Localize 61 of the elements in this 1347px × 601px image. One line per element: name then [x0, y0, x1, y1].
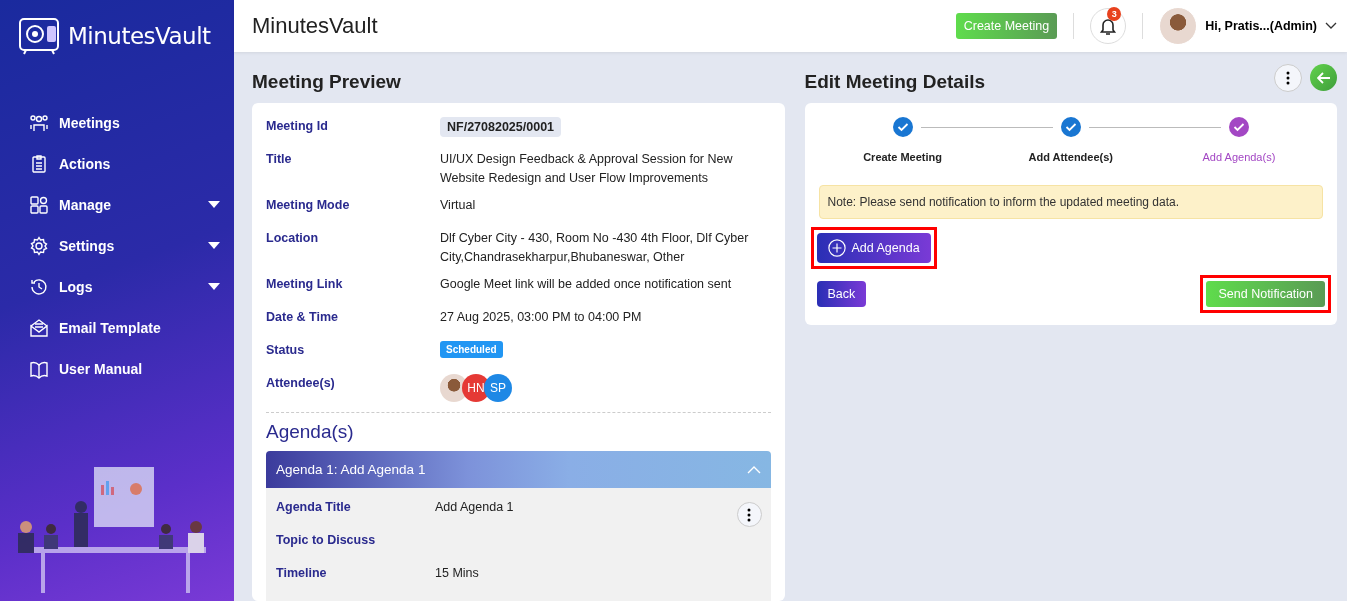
section-heading: Edit Meeting Details: [804, 70, 987, 94]
more-options-button[interactable]: [736, 502, 762, 527]
chevron-up-icon: [746, 465, 761, 474]
field-label: Meeting Mode: [266, 197, 351, 212]
step-label: Add Agenda(s): [1202, 151, 1276, 163]
field-label: Meeting Link: [266, 276, 344, 291]
meeting-id-chip: NF/27082025/0001: [440, 117, 562, 137]
kebab-icon: [747, 507, 751, 522]
agenda-header[interactable]: Agenda 1: Add Agenda 1: [266, 451, 771, 488]
chevron-down-icon: [1325, 22, 1337, 30]
back-button[interactable]: Back: [816, 281, 867, 307]
attendee-avatar: SP: [484, 374, 512, 402]
sidebar-item[interactable]: Settings: [0, 225, 234, 266]
field-value: Virtual: [440, 197, 477, 214]
sidebar-item[interactable]: Logs: [0, 266, 234, 307]
section-heading: Meeting Preview: [252, 70, 402, 94]
people-icon: [29, 112, 49, 133]
notification-count: 3: [1107, 7, 1122, 21]
clipboard-icon: [29, 153, 49, 174]
vault-logo-icon: [18, 16, 62, 56]
step-label: Create Meeting: [863, 151, 942, 163]
sidebar-item[interactable]: User Manual: [0, 348, 234, 389]
kebab-icon: [1286, 70, 1290, 85]
sidebar-item[interactable]: Meetings: [0, 102, 234, 143]
field-label: Status: [266, 342, 306, 357]
history-icon: [29, 276, 49, 297]
note-banner: Note: Please send notification to inform the updated meeting data.: [818, 185, 1323, 219]
status-badge: Scheduled: [440, 341, 503, 358]
sidebar-item[interactable]: Manage: [0, 184, 234, 225]
field-label: Agenda Title: [276, 499, 352, 514]
mail-icon: [29, 317, 49, 338]
user-avatar: [1159, 7, 1198, 45]
field-label: Timeline: [276, 565, 328, 580]
field-label: Meeting Id: [266, 118, 329, 133]
notification-button[interactable]: 3: [1090, 8, 1127, 44]
gear-icon: [29, 235, 49, 256]
agenda-heading: Agenda(s): [266, 421, 355, 443]
field-value: Add Agenda 1: [435, 499, 514, 516]
grid-icon: [29, 194, 49, 215]
field-label: Topic to Discuss: [276, 532, 377, 547]
step-label: Add Attendee(s): [1028, 151, 1114, 163]
sidebar-item[interactable]: Actions: [0, 143, 234, 184]
page-title: MinutesVault: [252, 13, 379, 39]
add-agenda-button[interactable]: Add Agenda: [816, 233, 931, 263]
field-label: Title: [266, 151, 293, 166]
field-label: Location: [266, 230, 320, 245]
field-value: UI/UX Design Feedback & Approval Session for New Website Redesign and User Flow Improvements: [440, 151, 734, 187]
sidebar-item[interactable]: Email Template: [0, 307, 234, 348]
field-label: Date & Time: [266, 309, 339, 324]
plus-circle-icon: [827, 239, 846, 257]
user-menu[interactable]: Hi, Pratis...(Admin): [1205, 19, 1337, 33]
bell-icon: [1098, 16, 1119, 36]
field-label: Attendee(s): [266, 375, 336, 390]
more-options-button[interactable]: [1274, 63, 1302, 92]
field-value: 15 Mins: [435, 565, 479, 582]
arrow-left-icon: [1316, 71, 1331, 84]
back-arrow-button[interactable]: [1310, 64, 1337, 91]
brand-name: MinutesVault: [68, 23, 211, 49]
field-value: Google Meet link will be added once notification sent: [440, 276, 733, 293]
field-value: Dlf Cyber City - 430, Room No -430 4th Floor, Dlf Cyber City,Chandrasekharpur,Bhubaneswar, Other: [440, 230, 750, 266]
field-value: 27 Aug 2025, 03:00 PM to 04:00 PM: [440, 309, 643, 326]
